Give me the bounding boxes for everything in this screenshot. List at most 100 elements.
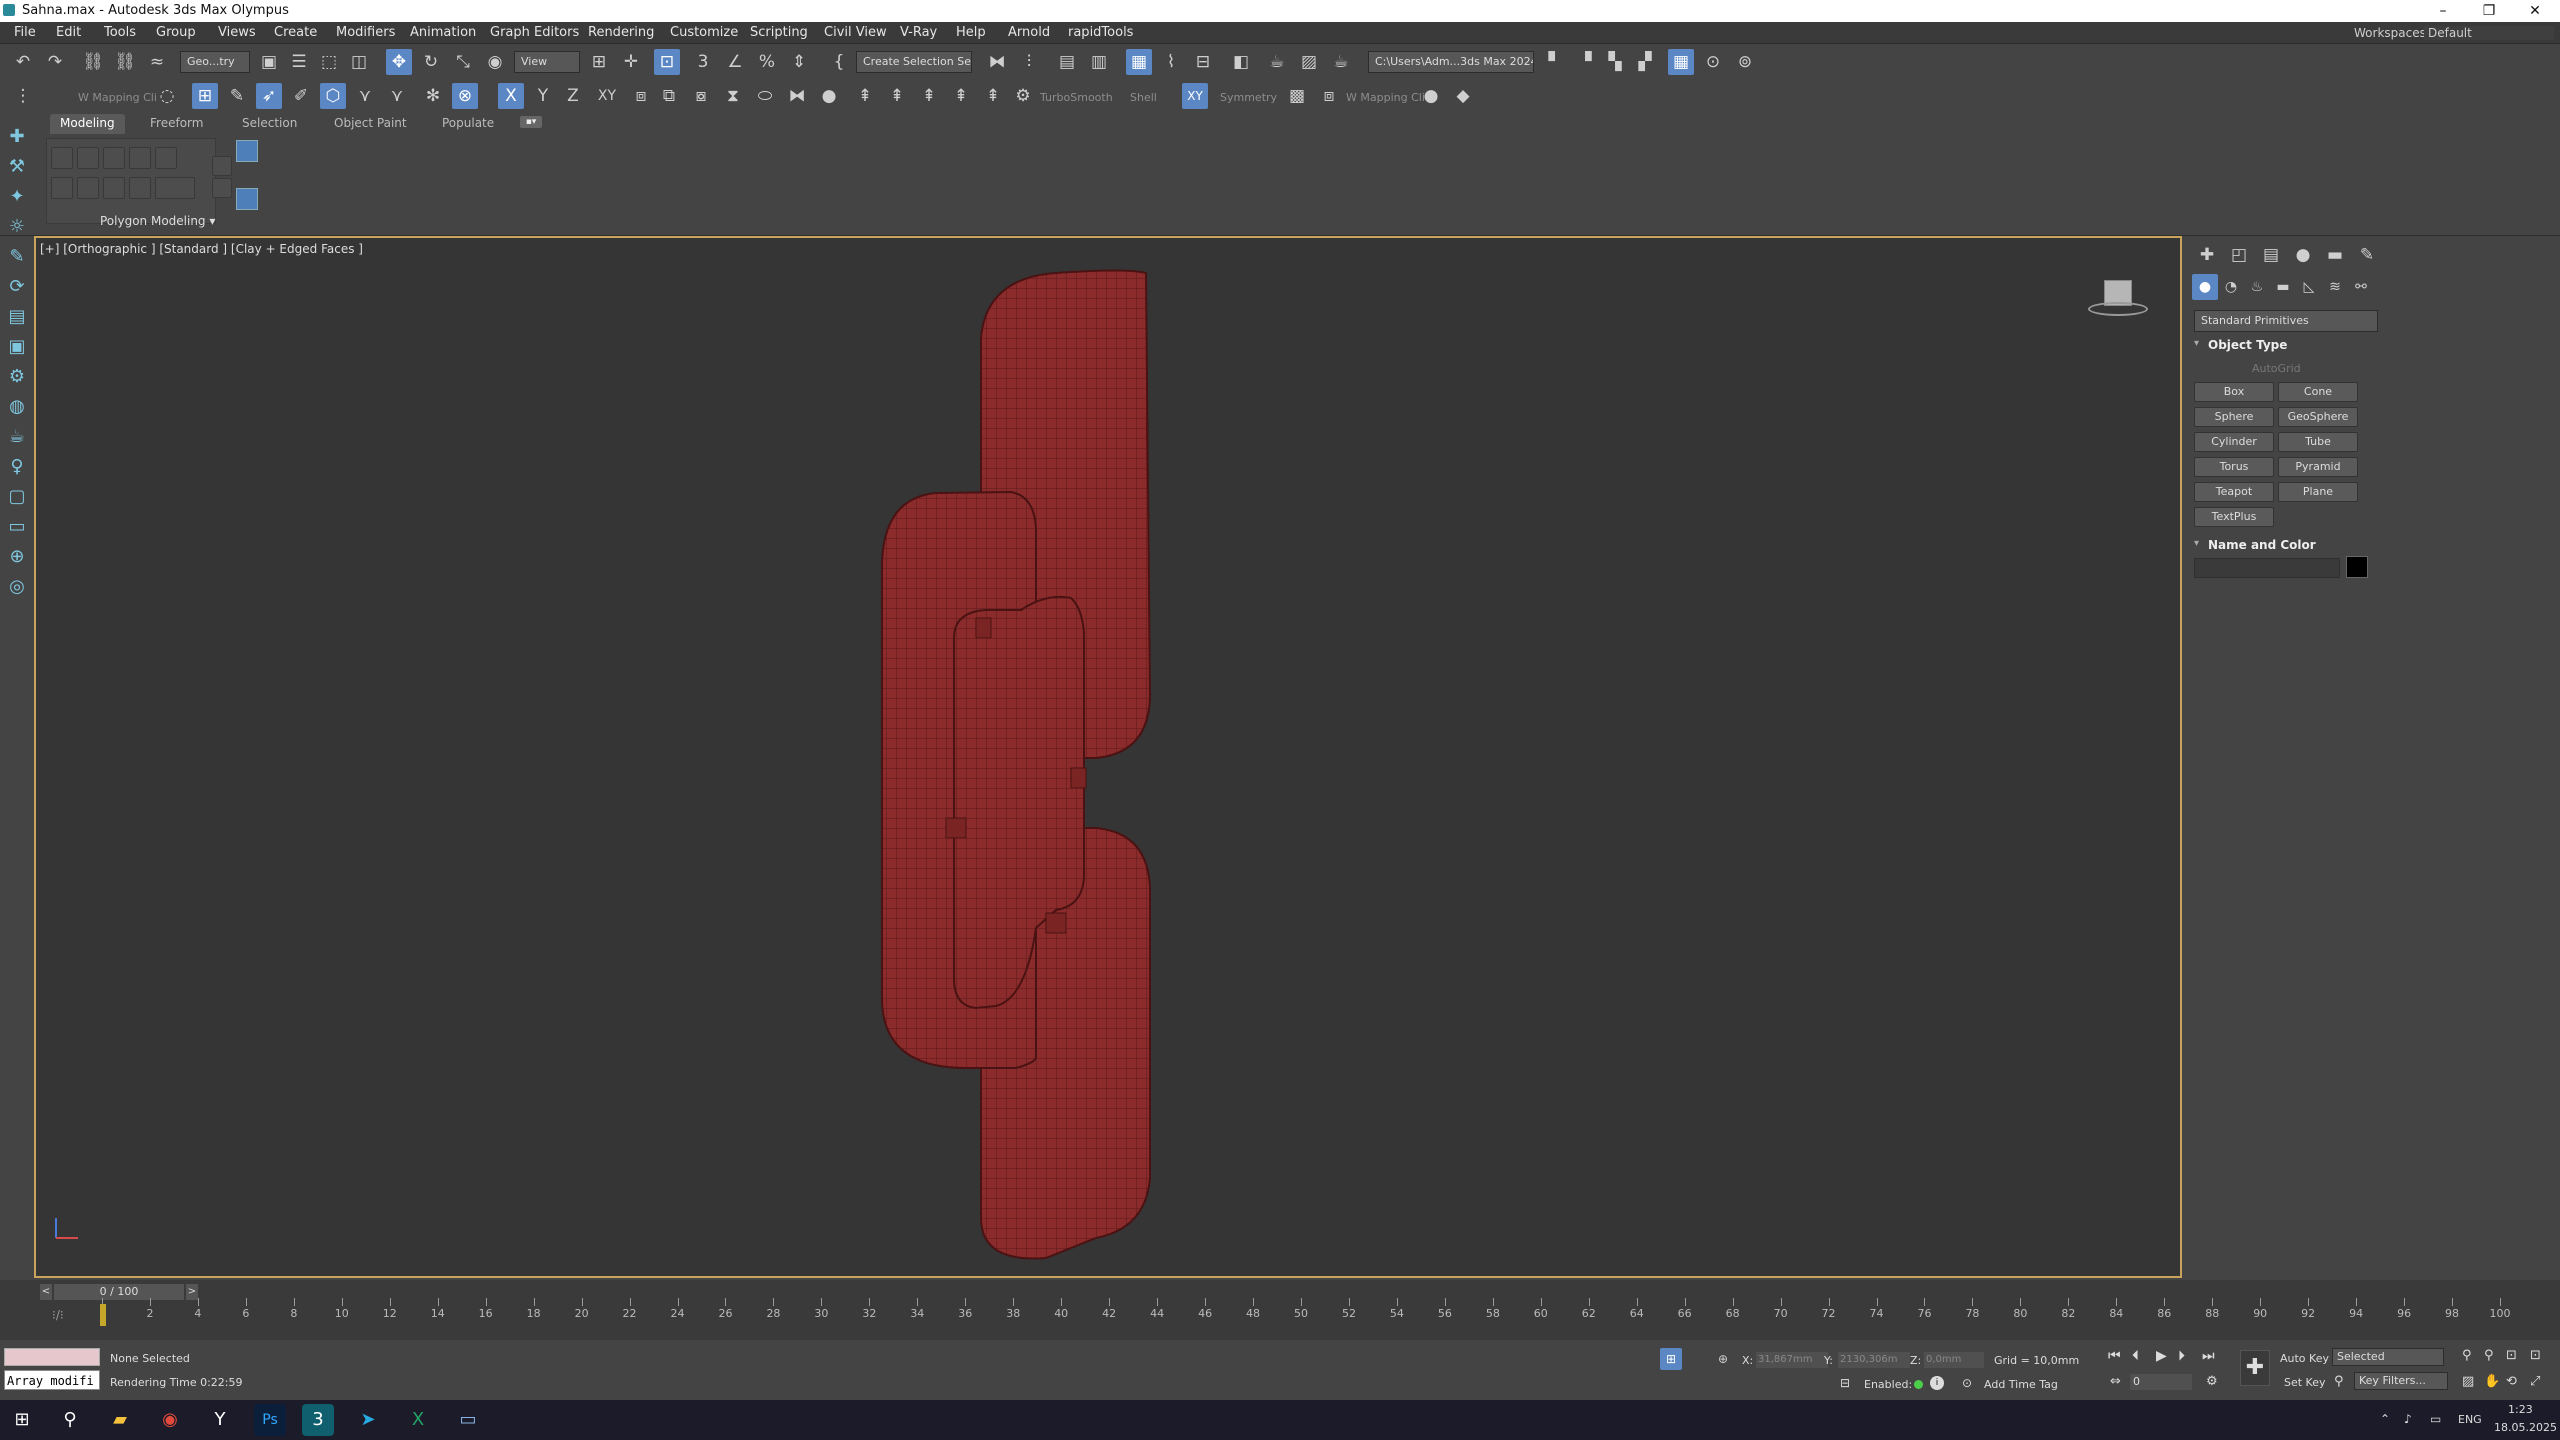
pm-tool-7-icon[interactable]	[77, 177, 99, 199]
yandex-icon[interactable]: Y	[204, 1404, 236, 1436]
layer-explorer-icon[interactable]: ▥	[1086, 49, 1112, 75]
ribbon-tab-selection[interactable]: Selection	[232, 114, 307, 134]
primitive-tube-button[interactable]: Tube	[2278, 432, 2358, 452]
cmd-motion-icon[interactable]: ●	[2290, 242, 2316, 268]
primitive-teapot-button[interactable]: Teapot	[2194, 482, 2274, 502]
project-folder-icon[interactable]: ▘	[1542, 49, 1568, 75]
ribbon-tab-freeform[interactable]: Freeform	[140, 114, 213, 134]
pm-tool-9-icon[interactable]	[129, 177, 151, 199]
symmetry-label[interactable]: Symmetry	[1220, 91, 1277, 104]
relax-icon[interactable]: ●	[816, 83, 842, 109]
orbit-view-icon[interactable]: ⟲	[2506, 1374, 2517, 1389]
brush-icon[interactable]: ✐	[288, 83, 314, 109]
current-frame-input[interactable]: 0	[2130, 1374, 2192, 1390]
menu-views[interactable]: Views	[218, 25, 256, 40]
pm-tool-4-icon[interactable]	[129, 147, 151, 169]
axis-x-icon[interactable]: X	[498, 83, 524, 109]
menu-rapidtools[interactable]: rapidTools	[1068, 25, 1133, 40]
cameras-icon[interactable]: ▬	[2270, 274, 2296, 300]
primitive-textplus-button[interactable]: TextPlus	[2194, 507, 2274, 527]
fence-icon[interactable]: ⬡	[320, 83, 346, 109]
close-button[interactable]: ✕	[2512, 0, 2558, 22]
scene-explorer-icon[interactable]: ▤	[1054, 49, 1080, 75]
y-coord-field[interactable]: 2130,306m	[1838, 1352, 1910, 1368]
maxscript-listener-top[interactable]	[4, 1348, 100, 1366]
ribbon-tab-modeling[interactable]: Modeling	[50, 114, 125, 134]
zoom-all-icon[interactable]: ⚲	[2484, 1348, 2494, 1363]
xform-icon[interactable]: ⊗	[452, 83, 478, 109]
isolate-selection-icon[interactable]: ⊞	[1660, 1348, 1682, 1370]
object-color-swatch[interactable]	[2346, 556, 2368, 578]
key-selection-dropdown[interactable]: Selected	[2332, 1348, 2444, 1366]
cmd-display-icon[interactable]: ▬	[2322, 242, 2348, 268]
minimize-button[interactable]: –	[2420, 0, 2466, 22]
layers-icon[interactable]: ▤	[4, 304, 30, 330]
transform-icon[interactable]: ⟳	[4, 274, 30, 300]
spinner-snap-icon[interactable]: ⇕	[786, 49, 812, 75]
ribbon-options-icon[interactable]: ▪▾	[520, 116, 542, 128]
mirror-icon[interactable]: ⧓	[984, 49, 1010, 75]
percent-snap-icon[interactable]: %	[754, 49, 780, 75]
cmd-create-icon[interactable]: ✚	[2194, 242, 2220, 268]
primitive-cone-button[interactable]: Cone	[2278, 382, 2358, 402]
workspaces-dropdown[interactable]: Default	[2424, 26, 2554, 40]
3dsmax-icon[interactable]: 3	[302, 1404, 334, 1436]
side-tool-1-icon[interactable]	[212, 156, 232, 176]
zoom-extents-all-icon[interactable]: ⊡	[2530, 1348, 2541, 1363]
telegram-icon[interactable]: ➤	[352, 1404, 384, 1436]
goto-start-icon[interactable]: ⏮	[2108, 1348, 2121, 1364]
menu-scripting[interactable]: Scripting	[750, 25, 808, 40]
ribbon-tab-populate[interactable]: Populate	[432, 114, 504, 134]
name-color-title[interactable]: Name and Color	[2208, 538, 2316, 552]
menu-help[interactable]: Help	[956, 25, 986, 40]
sync-icon[interactable]: ⊙	[1700, 49, 1726, 75]
next-frame-icon[interactable]: ⏵	[2178, 1348, 2185, 1364]
axis-xy-icon[interactable]: XY	[594, 83, 620, 109]
ribbon-toggle-icon[interactable]: ▦	[1126, 49, 1152, 75]
import-icon[interactable]: ▞	[1632, 49, 1658, 75]
mapping-icon[interactable]: ⧈	[1316, 83, 1342, 109]
primitive-pyramid-button[interactable]: Pyramid	[2278, 457, 2358, 477]
excel-icon[interactable]: X	[402, 1404, 434, 1436]
edit-named-sel-icon[interactable]: {	[826, 49, 852, 75]
menu-group[interactable]: Group	[156, 25, 196, 40]
side-tool-2-icon[interactable]	[212, 178, 232, 198]
brush-paint-icon[interactable]: ✎	[4, 244, 30, 270]
set-key-button[interactable]: Set Key	[2284, 1376, 2326, 1389]
name-color-collapse-icon[interactable]: ▾	[2194, 538, 2199, 549]
pan-icon[interactable]: ✋	[2484, 1374, 2500, 1389]
shell-label[interactable]: Shell	[1130, 91, 1157, 104]
curve-editor-icon[interactable]: ⌇	[1158, 49, 1184, 75]
polygon-modeling-label[interactable]: Polygon Modeling ▾	[100, 214, 215, 228]
tool-e-icon[interactable]: ⇞	[980, 83, 1006, 109]
tray-chevron-icon[interactable]: ⌃	[2380, 1412, 2390, 1426]
menu-customize[interactable]: Customize	[670, 25, 738, 40]
zoom-icon[interactable]: ⚲	[2462, 1348, 2472, 1363]
display-icon[interactable]: ▭	[4, 514, 30, 540]
paint-select-icon[interactable]: ✎	[224, 83, 250, 109]
axis-y-icon[interactable]: Y	[530, 83, 556, 109]
select-manipulate-icon[interactable]: ✛	[618, 49, 644, 75]
viewcube[interactable]	[2086, 278, 2150, 318]
pm-tool-2-icon[interactable]	[77, 147, 99, 169]
menu-vray[interactable]: V-Ray	[900, 25, 937, 40]
side-tool-4-icon[interactable]	[236, 188, 258, 210]
select-by-name-icon[interactable]: ☰	[286, 49, 312, 75]
x-coord-field[interactable]: 31,867mm	[1756, 1352, 1828, 1368]
material-editor-icon[interactable]: ◧	[1228, 49, 1254, 75]
network-icon[interactable]: ▭	[2430, 1412, 2441, 1426]
extrude-icon[interactable]: ⧉	[656, 83, 682, 109]
render-icon[interactable]: ☕	[1328, 49, 1354, 75]
time-cursor[interactable]	[100, 1304, 106, 1326]
primitive-plane-button[interactable]: Plane	[2278, 482, 2358, 502]
volume-icon[interactable]: ♪	[2404, 1412, 2412, 1426]
open-project-icon[interactable]: ▝	[1572, 49, 1598, 75]
cmd-hierarchy-icon[interactable]: ▤	[2258, 242, 2284, 268]
lasso-icon[interactable]: ➶	[256, 83, 282, 109]
tool-c-icon[interactable]: ⇞	[916, 83, 942, 109]
maximize-viewport-icon[interactable]: ⤢	[2530, 1374, 2540, 1389]
modify-icon[interactable]: ⚒	[4, 154, 30, 180]
play-icon[interactable]: ▶	[2156, 1348, 2167, 1364]
pivot-center-icon[interactable]: ⊞	[586, 49, 612, 75]
mesh-object[interactable]	[36, 238, 2180, 1276]
